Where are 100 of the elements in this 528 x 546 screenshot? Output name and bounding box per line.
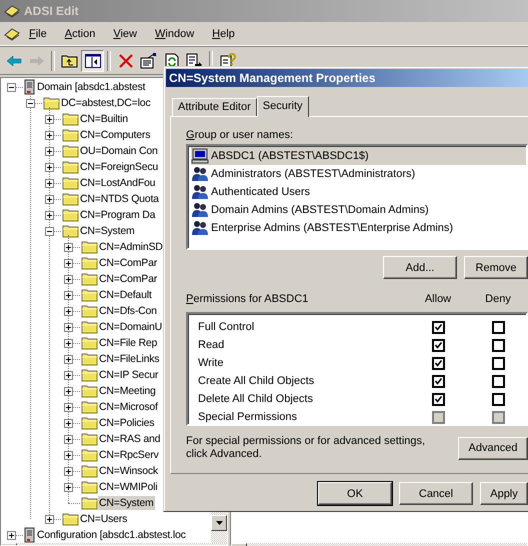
tree-item[interactable]: CN=Users — [43, 511, 211, 527]
folder-icon — [81, 368, 98, 382]
app-menu-icon[interactable] — [4, 26, 20, 40]
permission-name: Full Control — [198, 321, 256, 333]
menu-item[interactable]: Action — [56, 26, 104, 42]
dialog-button[interactable]: Cancel — [399, 482, 473, 505]
expand-icon[interactable] — [64, 322, 73, 332]
dialog-button[interactable]: Apply — [480, 482, 528, 505]
expand-icon[interactable] — [45, 514, 54, 524]
tree-item[interactable]: CN=Winsock — [62, 463, 211, 479]
tree-item[interactable]: CN=ComPar — [62, 271, 211, 287]
tree-item[interactable]: CN=NTDS Quota — [43, 191, 211, 207]
tree-item[interactable]: CN=System — [43, 223, 211, 239]
checkbox[interactable] — [492, 338, 504, 352]
list-item[interactable]: ABSDC1 (ABSTEST\ABSDC1$) — [191, 147, 526, 165]
server-icon — [24, 79, 36, 95]
menu-item[interactable]: Help — [203, 26, 244, 42]
folder-up-icon[interactable] — [61, 54, 78, 68]
expand-icon[interactable] — [45, 130, 54, 140]
checkbox[interactable] — [492, 374, 504, 388]
users-icon — [191, 202, 209, 218]
checkmark-icon — [434, 342, 442, 348]
menu-item[interactable]: View — [104, 26, 146, 42]
checkbox[interactable] — [432, 374, 444, 388]
expand-icon[interactable] — [45, 194, 54, 204]
folder-icon — [81, 464, 98, 478]
folder-icon — [62, 112, 79, 126]
dialog-title: CN=System Management Properties — [166, 69, 528, 87]
permission-name: Delete All Child Objects — [198, 393, 314, 405]
folder-icon — [81, 496, 98, 510]
users-icon — [191, 166, 209, 182]
tree-item[interactable]: CN=LostAndFou — [43, 175, 211, 191]
tree-item[interactable]: CN=System — [62, 495, 211, 511]
collapse-icon[interactable] — [26, 98, 35, 108]
delete-icon[interactable] — [118, 54, 132, 68]
tree-item[interactable]: CN=AdminSD — [62, 239, 211, 255]
expand-icon[interactable] — [64, 354, 73, 364]
folder-icon — [81, 272, 98, 286]
panel-icon[interactable] — [84, 54, 100, 68]
tree-item[interactable]: CN=ComPar — [62, 255, 211, 271]
expand-icon[interactable] — [64, 290, 73, 300]
expand-icon[interactable] — [64, 386, 73, 396]
expand-icon[interactable] — [64, 434, 73, 444]
expand-icon[interactable] — [45, 162, 54, 172]
expand-icon[interactable] — [64, 274, 73, 284]
expand-icon[interactable] — [64, 418, 73, 428]
checkbox[interactable] — [432, 338, 444, 352]
checkbox[interactable] — [492, 320, 504, 334]
scroll-down-button[interactable] — [211, 515, 227, 531]
column-header: Deny — [485, 293, 511, 307]
permissions-label: Permissions for ABSDC1 — [186, 293, 310, 305]
tree-item[interactable]: Configuration [absdc1.abstest.loc — [5, 527, 211, 543]
checkbox[interactable] — [432, 392, 444, 406]
checkbox[interactable] — [492, 392, 504, 406]
folder-icon — [62, 160, 79, 174]
expand-icon[interactable] — [64, 466, 73, 476]
tab[interactable]: Attribute Editor — [172, 98, 257, 116]
remove-button[interactable]: Remove — [464, 256, 528, 279]
expand-icon[interactable] — [45, 114, 54, 124]
folder-icon — [81, 384, 98, 398]
folder-icon — [81, 336, 98, 350]
checkmark-icon — [434, 396, 442, 402]
expand-icon[interactable] — [45, 146, 54, 156]
expand-icon[interactable] — [64, 370, 73, 380]
advanced-button[interactable]: Advanced — [458, 436, 528, 460]
menu-item[interactable]: Window — [146, 26, 204, 42]
tree-item[interactable]: CN=WMIPoli — [62, 479, 211, 495]
menu-item[interactable]: File — [20, 26, 56, 42]
tab[interactable]: Security — [256, 96, 309, 117]
refresh-icon[interactable] — [164, 52, 178, 68]
dialog-button[interactable]: OK — [318, 482, 392, 505]
folder-icon — [62, 512, 79, 526]
collapse-icon[interactable] — [45, 226, 54, 236]
folder-icon — [43, 96, 60, 110]
checkbox[interactable] — [432, 320, 444, 334]
computer-icon — [191, 148, 209, 164]
tree-item[interactable]: CN=Program Da — [43, 207, 211, 223]
expand-icon[interactable] — [45, 210, 54, 220]
expand-icon[interactable] — [64, 402, 73, 412]
expand-icon[interactable] — [64, 450, 73, 460]
back-arrow-icon[interactable] — [6, 54, 22, 66]
server-icon — [24, 527, 36, 543]
expand-icon[interactable] — [7, 530, 16, 540]
add-button[interactable]: Add... — [383, 256, 457, 279]
expand-icon[interactable] — [64, 258, 73, 268]
export-icon[interactable] — [186, 52, 203, 68]
tree-item[interactable]: CN=ForeignSecu — [43, 159, 211, 175]
folder-icon — [81, 304, 98, 318]
expand-icon[interactable] — [64, 482, 73, 492]
tree-item[interactable]: CN=Dfs-Con — [62, 303, 211, 319]
expand-icon[interactable] — [64, 242, 73, 252]
properties-icon[interactable] — [140, 52, 157, 68]
users-icon — [191, 184, 209, 200]
collapse-icon[interactable] — [7, 82, 16, 92]
folder-icon — [62, 128, 79, 142]
expand-icon[interactable] — [64, 306, 73, 316]
checkbox[interactable] — [432, 356, 444, 370]
expand-icon[interactable] — [64, 338, 73, 348]
expand-icon[interactable] — [45, 178, 54, 188]
checkbox[interactable] — [492, 356, 504, 370]
